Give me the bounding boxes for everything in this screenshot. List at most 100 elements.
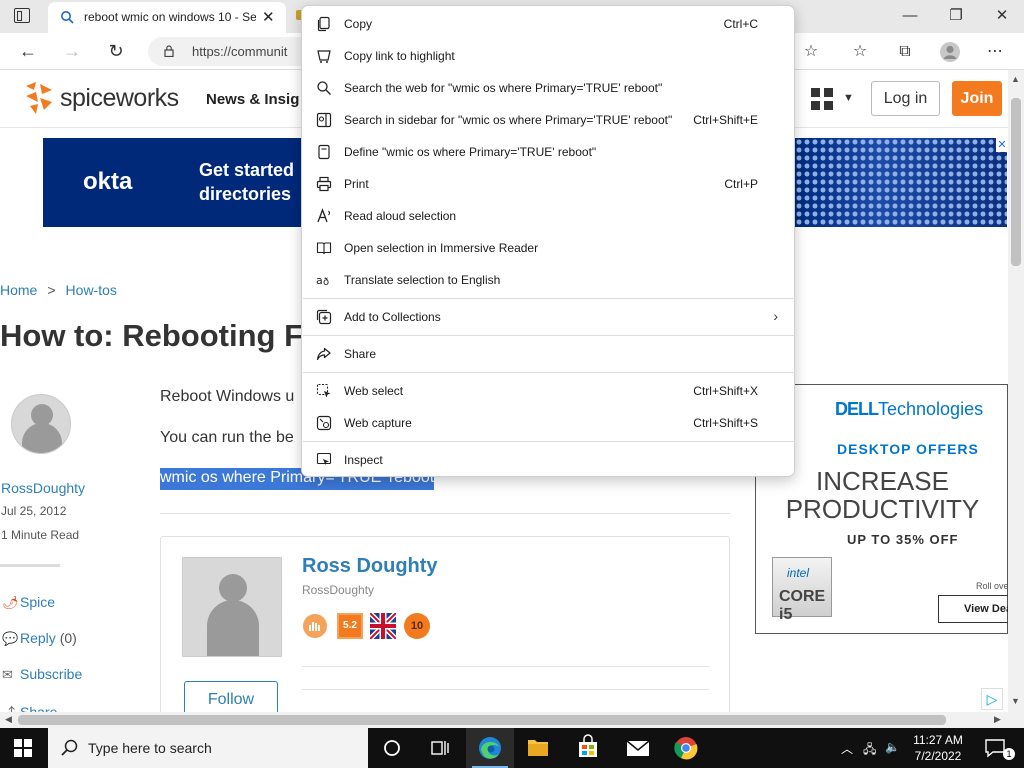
tab-actions-icon[interactable] (14, 8, 30, 23)
volume-icon[interactable]: 🔈 (885, 740, 900, 754)
immersive-reader-icon (316, 242, 332, 255)
file-explorer-icon[interactable] (514, 728, 562, 768)
rank-badge[interactable]: 5.2 (337, 613, 363, 639)
minimize-button[interactable]: — (890, 5, 930, 27)
follow-button[interactable]: Follow (184, 681, 278, 712)
copy-icon (317, 16, 330, 32)
dell-logo-brand: DELL (835, 399, 879, 419)
ctx-copy[interactable]: Copy Ctrl+C (302, 8, 796, 40)
nav-news-insights[interactable]: News & Insig (206, 91, 299, 108)
chevron-down-icon[interactable]: ▼ (843, 92, 854, 104)
ctx-print[interactable]: Print Ctrl+P (302, 168, 796, 200)
comment-icon: 💬 (2, 631, 19, 646)
join-button[interactable]: Join (952, 81, 1002, 116)
core-label: CORE i5 (779, 588, 826, 623)
ctx-translate[interactable]: að Translate selection to English (302, 264, 796, 296)
breadcrumb-howtos[interactable]: How-tos (66, 282, 117, 298)
add-favorite-icon[interactable]: ☆ (800, 41, 822, 63)
scroll-up-icon[interactable]: ▲ (1011, 74, 1020, 84)
cortana-icon[interactable] (368, 728, 416, 768)
settings-more-icon[interactable]: ⋯ (984, 41, 1006, 63)
ctx-search-web[interactable]: Search the web for "wmic os where Primar… (302, 72, 796, 104)
breadcrumb-separator: > (47, 282, 56, 298)
author-card-name[interactable]: Ross Doughty (302, 555, 438, 578)
ctx-web-capture[interactable]: Web capture Ctrl+Shift+S (302, 407, 796, 439)
author-card-photo[interactable] (182, 557, 282, 657)
ctx-share[interactable]: Share (302, 338, 796, 370)
refresh-button[interactable]: ↻ (102, 38, 130, 64)
taskbar-search-box[interactable]: Type here to search (48, 728, 368, 768)
notification-count: 1 (1003, 748, 1015, 760)
author-avatar[interactable] (11, 394, 71, 454)
store-icon[interactable] (564, 728, 612, 768)
ctx-label: Share (344, 347, 377, 361)
ctx-label: Web select (344, 384, 404, 398)
ctx-define[interactable]: Define "wmic os where Primary='TRUE' reb… (302, 136, 796, 168)
taskbar-clock[interactable]: 11:27 AM 7/2/2022 (904, 732, 972, 764)
back-button[interactable]: ← (14, 38, 42, 64)
years-badge[interactable]: 10 (404, 613, 430, 639)
ctx-label: Print (344, 177, 369, 191)
edge-taskbar-icon[interactable] (466, 728, 514, 768)
sidebar-search-icon (316, 112, 332, 128)
horizontal-scroll-thumb[interactable] (18, 715, 946, 725)
forward-button[interactable]: → (58, 38, 86, 64)
ctx-immersive-reader[interactable]: Open selection in Immersive Reader (302, 232, 796, 264)
vertical-scroll-thumb[interactable] (1011, 98, 1021, 266)
adchoices-icon[interactable]: ▷ (981, 688, 1003, 710)
profile-avatar[interactable] (939, 41, 961, 63)
lock-icon (164, 45, 174, 57)
apps-grid-icon[interactable] (811, 88, 833, 110)
chrome-icon[interactable] (662, 728, 710, 768)
ctx-separator (303, 372, 795, 373)
scroll-left-icon[interactable]: ◀ (5, 714, 12, 725)
site-logo-text[interactable]: spiceworks (60, 84, 179, 113)
ctx-search-sidebar[interactable]: Search in sidebar for "wmic os where Pri… (302, 104, 796, 136)
favorites-icon[interactable]: ☆ (849, 41, 871, 63)
vertical-scrollbar[interactable]: ▲ ▼ (1008, 70, 1024, 712)
envelope-icon: ✉ (2, 667, 13, 682)
windows-start-icon[interactable] (14, 739, 33, 758)
horizontal-scrollbar[interactable]: ◀ ▶ (0, 712, 1024, 728)
reply-count: (0) (59, 630, 77, 646)
login-button[interactable]: Log in (871, 81, 940, 116)
subscribe-label: Subscribe (20, 666, 83, 682)
tray-chevron-up-icon[interactable]: ︿ (841, 740, 853, 757)
ad-dot-pattern (795, 138, 1007, 227)
uk-flag-icon[interactable] (370, 613, 396, 639)
ctx-label: Read aloud selection (344, 209, 457, 223)
ad-close-icon[interactable]: ✕ (996, 138, 1008, 152)
collections-icon[interactable]: ⧉ (894, 41, 916, 63)
share-action[interactable]: ⤴Share (2, 702, 57, 712)
network-icon[interactable]: 🖧 (863, 740, 876, 761)
scroll-down-icon[interactable]: ▼ (1011, 696, 1020, 706)
ctx-inspect[interactable]: Inspect (302, 444, 796, 476)
close-window-button[interactable]: ✕ (982, 5, 1022, 27)
scroll-right-icon[interactable]: ▶ (994, 714, 1001, 725)
read-time: 1 Minute Read (1, 528, 80, 542)
context-menu: Copy Ctrl+C Copy link to highlight Searc… (301, 5, 795, 477)
mail-icon[interactable] (614, 728, 662, 768)
spiceworks-logo-icon[interactable] (22, 80, 56, 116)
spice-action[interactable]: 🌶Spice (2, 594, 55, 611)
restore-button[interactable]: ❐ (936, 5, 976, 27)
notifications-icon[interactable]: 1 (976, 728, 1024, 768)
author-name-link[interactable]: RossDoughty (1, 480, 85, 496)
subscribe-action[interactable]: ✉ Subscribe (2, 666, 82, 683)
ctx-shortcut: Ctrl+Shift+S (693, 416, 758, 430)
ctx-add-to-collections[interactable]: Add to Collections › (302, 301, 796, 333)
ctx-label: Web capture (344, 416, 412, 430)
translate-icon: að (316, 274, 329, 288)
ctx-web-select[interactable]: Web select Ctrl+Shift+X (302, 375, 796, 407)
view-deals-button[interactable]: View Dea (938, 595, 1008, 623)
tab-close-icon[interactable]: ✕ (262, 8, 275, 26)
breadcrumb-home[interactable]: Home (0, 282, 37, 298)
ctx-copy-link-to-highlight[interactable]: Copy link to highlight (302, 40, 796, 72)
task-view-icon[interactable] (416, 728, 464, 768)
svg-text:ð: ð (323, 277, 329, 288)
reply-action[interactable]: 💬 Reply (0) (2, 630, 77, 647)
collections-icon (316, 309, 332, 325)
ctx-read-aloud[interactable]: Read aloud selection (302, 200, 796, 232)
browser-tab-active[interactable]: reboot wmic on windows 10 - Se ✕ (48, 2, 286, 33)
pepper-level-badge-icon[interactable] (302, 613, 328, 639)
